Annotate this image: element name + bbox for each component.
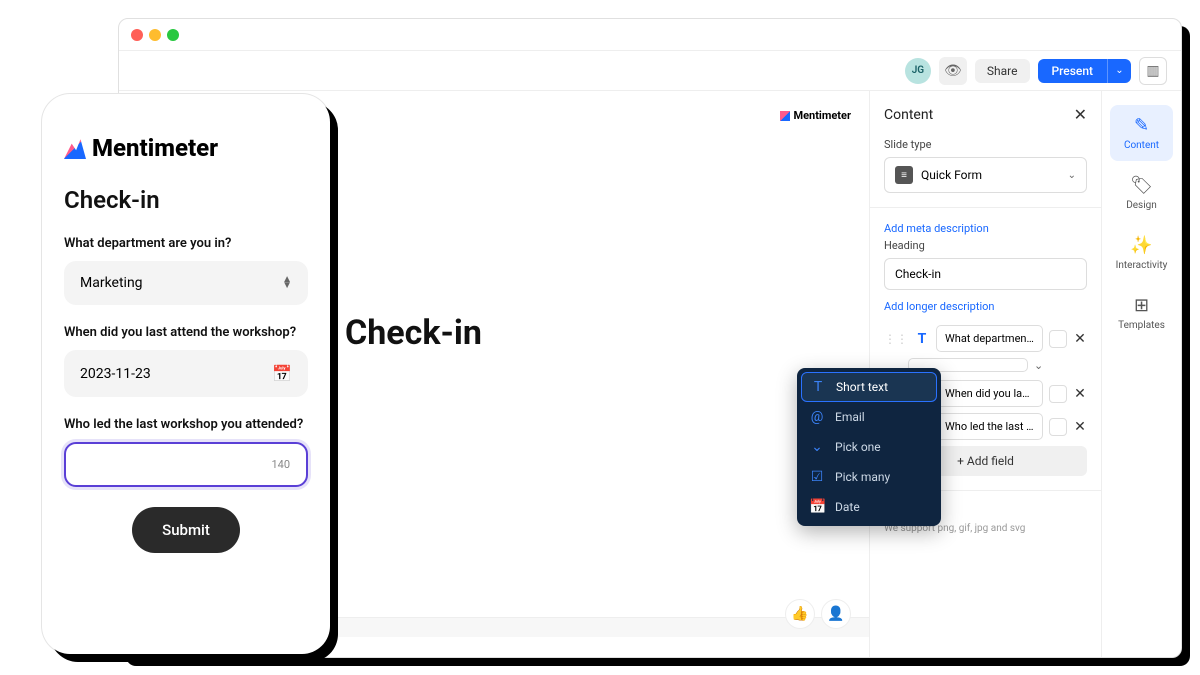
question-label: What department are you in?: [64, 236, 308, 251]
menu-item-label: Pick many: [835, 470, 890, 484]
form-heading: Check-in: [64, 186, 308, 214]
menu-item-date[interactable]: 📅 Date: [797, 492, 941, 522]
rail-tab-label: Templates: [1118, 320, 1165, 331]
slide-heading[interactable]: Check-in: [345, 313, 482, 353]
menu-item-label: Short text: [836, 380, 888, 394]
slide-type-label: Slide type: [884, 138, 1087, 151]
menu-item-label: Email: [835, 410, 865, 424]
char-count: 140: [271, 458, 290, 471]
rail-tab-content[interactable]: ✎ Content: [1110, 105, 1173, 161]
calendar-icon: 📅: [272, 364, 292, 383]
required-checkbox[interactable]: [1049, 418, 1067, 436]
email-icon: @: [809, 409, 825, 425]
panel-title: Content: [884, 107, 933, 123]
select-value: Marketing: [80, 275, 143, 291]
question-label: Who led the last workshop you attended?: [64, 417, 308, 432]
slide-type-value: Quick Form: [921, 168, 982, 182]
pencil-icon: ✎: [1134, 115, 1149, 136]
traffic-light-zoom[interactable]: [167, 29, 179, 41]
slide-type-select[interactable]: ≡ Quick Form ⌄: [884, 157, 1087, 193]
brand-logo: Mentimeter: [64, 134, 308, 162]
add-meta-description-link[interactable]: Add meta description: [884, 222, 1087, 235]
templates-icon: ⊞: [1134, 295, 1149, 316]
form-icon: ≡: [895, 166, 913, 184]
thumbs-up-icon[interactable]: 👍: [785, 599, 815, 629]
brand-logo-mark-icon: [64, 137, 86, 159]
interactivity-icon: ✨: [1130, 235, 1152, 256]
traffic-light-close[interactable]: [131, 29, 143, 41]
close-panel-icon[interactable]: ✕: [1074, 105, 1087, 124]
rail-tab-design[interactable]: 🏷 Design: [1110, 165, 1173, 221]
rail-tab-label: Design: [1126, 200, 1157, 211]
delete-field-icon[interactable]: ✕: [1073, 419, 1087, 435]
present-button-group: Present ⌄: [1038, 59, 1132, 83]
preview-icon[interactable]: 👁: [939, 57, 967, 85]
rail-tab-label: Interactivity: [1116, 260, 1168, 271]
pick-many-icon: ☑: [809, 469, 825, 485]
date-value: 2023-11-23: [80, 366, 151, 382]
participant-icon[interactable]: 👤: [821, 599, 851, 629]
design-icon: 🏷: [1130, 175, 1153, 196]
form-field-row: ⋮⋮ T What department are y ✕: [884, 325, 1087, 352]
field-question-input[interactable]: When did you last atten: [936, 380, 1043, 407]
delete-field-icon[interactable]: ✕: [1073, 386, 1087, 402]
results-icon[interactable]: ▥: [1139, 57, 1167, 85]
required-checkbox[interactable]: [1049, 385, 1067, 403]
field-question-input[interactable]: What department are y: [936, 325, 1043, 352]
share-button[interactable]: Share: [975, 59, 1030, 83]
add-longer-description-link[interactable]: Add longer description: [884, 300, 1087, 313]
menu-item-pick-many[interactable]: ☑ Pick many: [797, 462, 941, 492]
chevron-down-icon[interactable]: ⌄: [1034, 359, 1043, 372]
field-question-input[interactable]: Who led the last worksh: [936, 413, 1043, 440]
window-titlebar: [119, 19, 1181, 51]
brand-logo-mark-icon: [780, 111, 790, 121]
brand-watermark: Mentimeter: [780, 109, 851, 122]
menu-item-label: Pick one: [835, 440, 881, 454]
present-button[interactable]: Present: [1038, 59, 1108, 83]
menu-item-email[interactable]: @ Email: [797, 402, 941, 432]
calendar-icon: 📅: [809, 499, 825, 515]
rail-tab-label: Content: [1124, 140, 1159, 151]
workshop-leader-input[interactable]: 140: [64, 442, 308, 487]
department-select[interactable]: Marketing ▲▼: [64, 261, 308, 305]
field-type-menu: T Short text @ Email ⌄ Pick one ☑ Pick m…: [797, 368, 941, 526]
heading-label: Heading: [884, 239, 1087, 252]
workshop-date-input[interactable]: 2023-11-23 📅: [64, 350, 308, 397]
brand-logo-text: Mentimeter: [92, 134, 218, 162]
rail-tab-templates[interactable]: ⊞ Templates: [1110, 285, 1173, 341]
menu-item-pick-one[interactable]: ⌄ Pick one: [797, 432, 941, 462]
text-type-icon[interactable]: T: [914, 331, 930, 347]
mobile-preview: Mentimeter Check-in What department are …: [42, 94, 330, 654]
top-toolbar: JG 👁 Share Present ⌄ ▥: [119, 51, 1181, 91]
required-checkbox[interactable]: [1049, 330, 1067, 348]
user-avatar[interactable]: JG: [905, 58, 931, 84]
question-label: When did you last attend the workshop?: [64, 325, 308, 340]
delete-field-icon[interactable]: ✕: [1073, 331, 1087, 347]
right-rail: ✎ Content 🏷 Design ✨ Interactivity ⊞ Tem…: [1101, 91, 1181, 657]
brand-watermark-text: Mentimeter: [793, 109, 851, 122]
rail-tab-interactivity[interactable]: ✨ Interactivity: [1110, 225, 1173, 281]
present-dropdown[interactable]: ⌄: [1107, 59, 1131, 83]
stepper-icon: ▲▼: [282, 277, 292, 289]
drag-handle-icon[interactable]: ⋮⋮: [884, 332, 908, 346]
menu-item-label: Date: [835, 500, 860, 514]
heading-input[interactable]: Check-in: [884, 258, 1087, 290]
menu-item-short-text[interactable]: T Short text: [801, 372, 937, 402]
text-icon: T: [810, 379, 826, 395]
submit-button[interactable]: Submit: [132, 507, 240, 553]
pick-one-icon: ⌄: [809, 439, 825, 455]
chevron-down-icon: ⌄: [1068, 170, 1076, 181]
traffic-light-minimize[interactable]: [149, 29, 161, 41]
